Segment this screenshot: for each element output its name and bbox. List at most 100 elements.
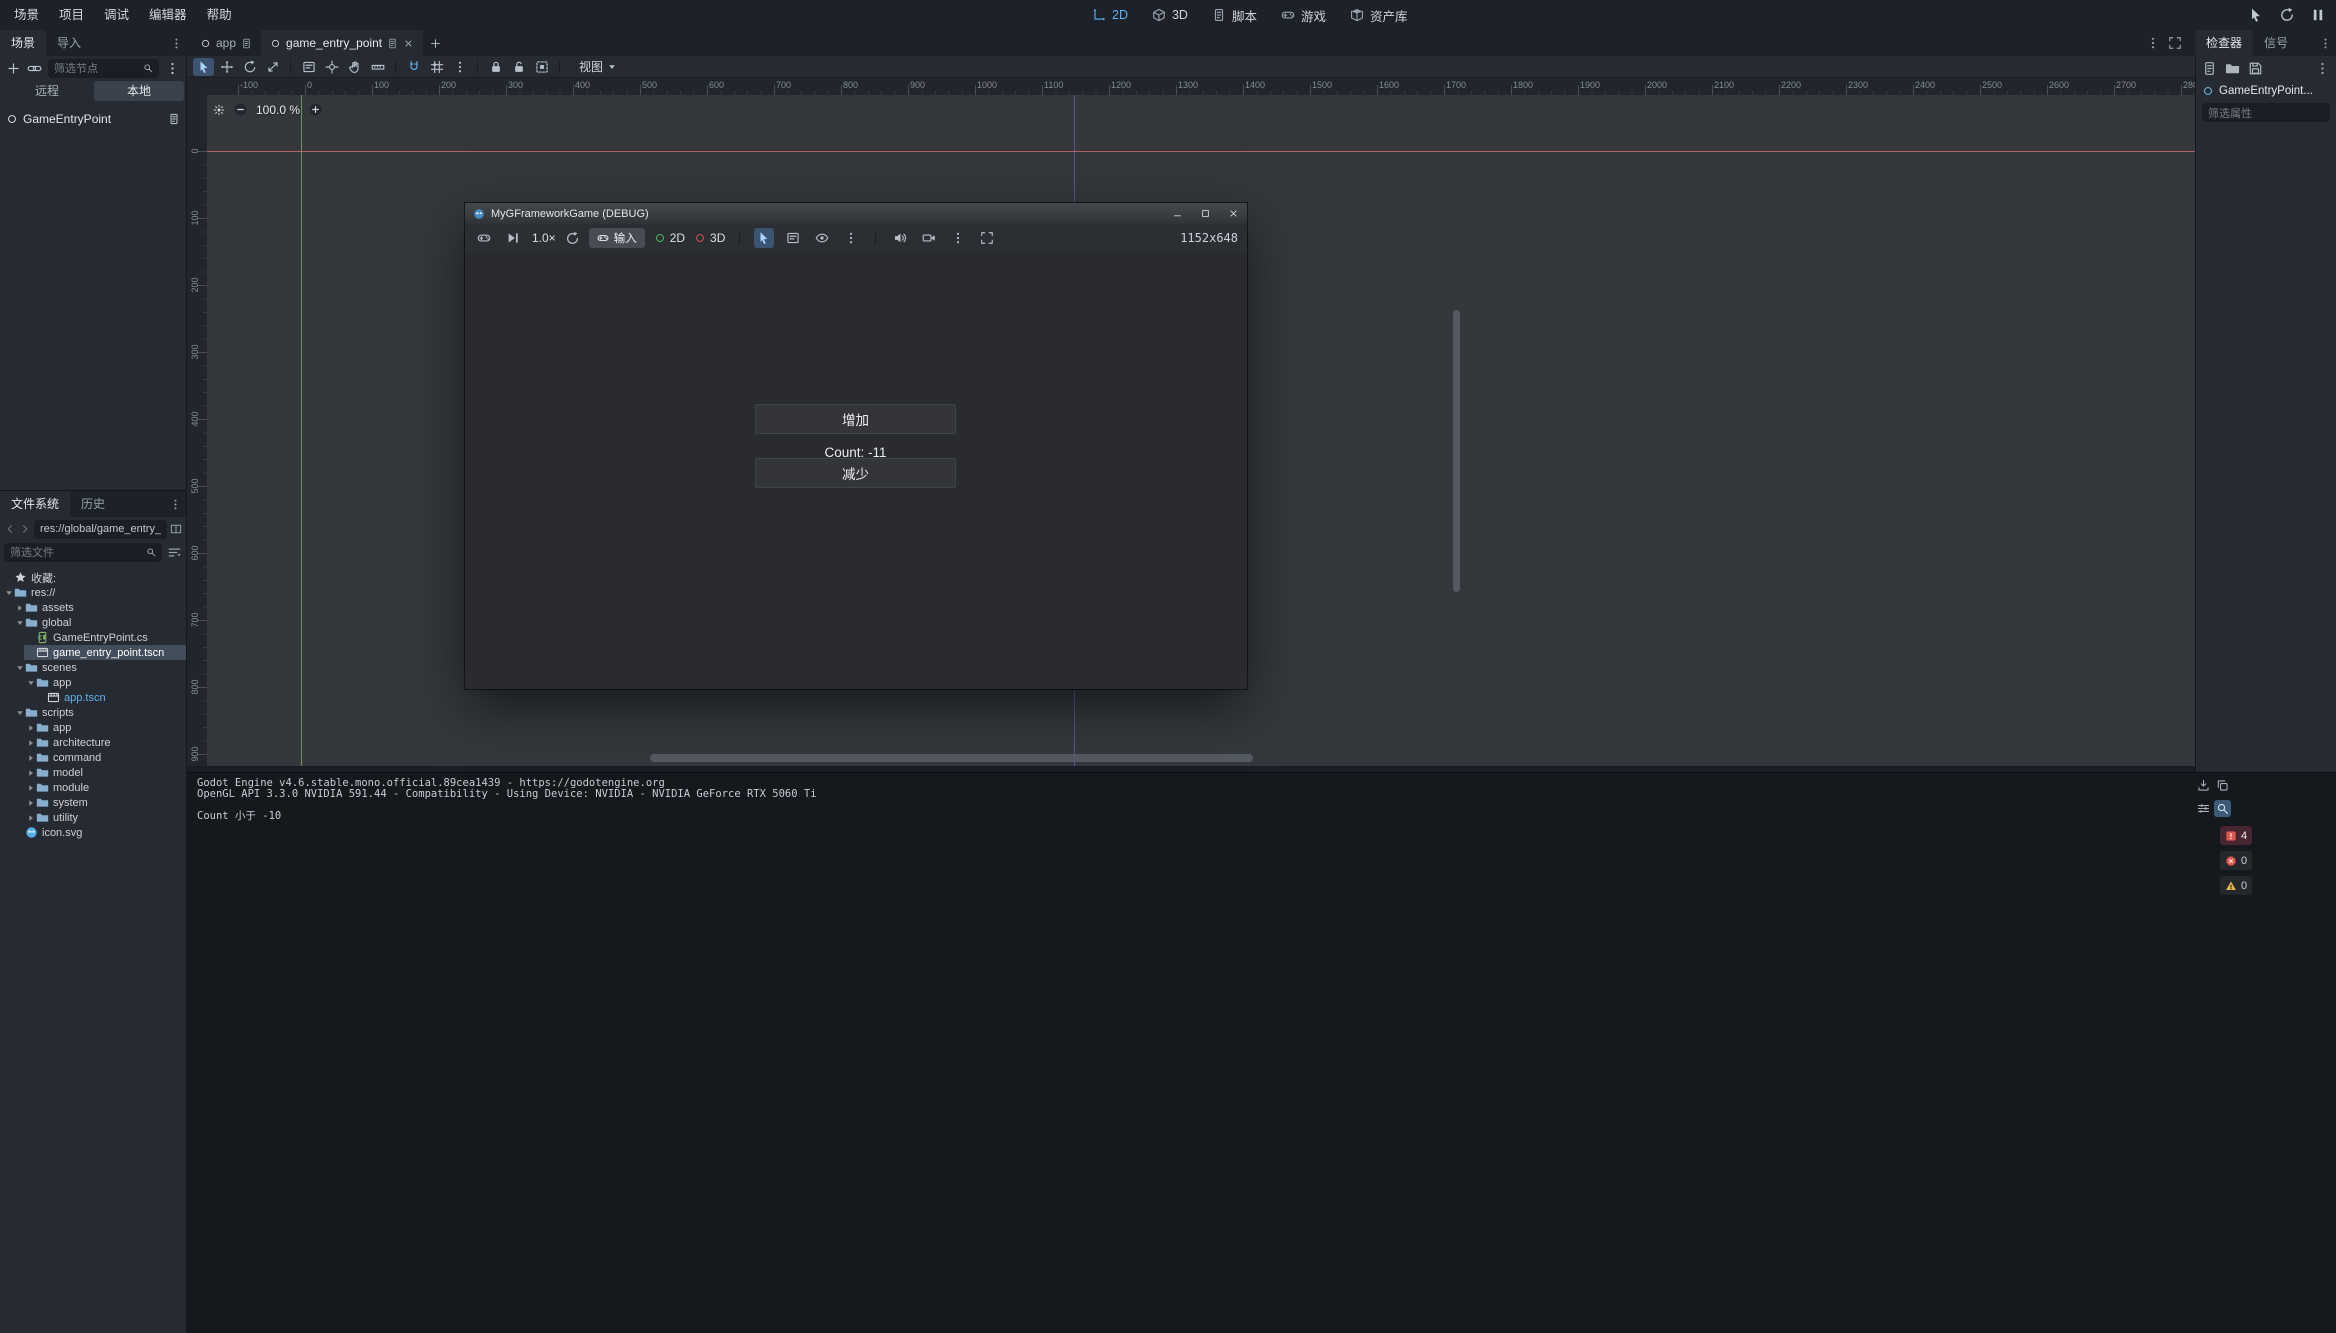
fs-tree-item-system[interactable]: system — [0, 795, 186, 810]
center-view-icon[interactable] — [213, 104, 225, 116]
copy-log-button[interactable] — [2214, 777, 2231, 794]
lock-button[interactable] — [485, 58, 506, 76]
add-node-button[interactable] — [6, 61, 21, 76]
fs-tree-item-res[interactable]: res:// — [0, 585, 186, 600]
pick-3d-button[interactable]: 3D — [694, 231, 725, 245]
increase-button[interactable]: 增加 — [755, 404, 956, 434]
zoom-level[interactable]: 100.0 % — [256, 103, 300, 117]
tree-expand-icon[interactable] — [26, 783, 36, 793]
fs-tree-item-icon.svg[interactable]: icon.svg — [0, 825, 186, 840]
error-count-badge[interactable]: 0 — [2220, 851, 2252, 870]
pan-tool[interactable] — [344, 58, 365, 76]
list-select-tool[interactable] — [298, 58, 319, 76]
script-icon[interactable] — [241, 38, 252, 49]
group-button[interactable] — [531, 58, 552, 76]
view-menu-button[interactable]: 视图 — [579, 58, 617, 75]
selection-options-menu[interactable] — [841, 228, 861, 248]
menubar-menu-2[interactable]: 调试 — [94, 0, 139, 30]
rotate-tool[interactable] — [239, 58, 260, 76]
reset-speed-icon[interactable] — [565, 231, 580, 246]
grid-snap-toggle[interactable] — [426, 58, 447, 76]
editor-tab-app[interactable]: app — [191, 30, 261, 56]
warning-count-badge[interactable]: 0 — [2220, 876, 2252, 895]
fs-tree-item-GameEntryPoint.cs[interactable]: GameEntryPoint.cs — [0, 630, 186, 645]
tree-collapse-icon[interactable] — [4, 588, 14, 598]
tree-expand-icon[interactable] — [26, 738, 36, 748]
window-close-button-icon[interactable] — [1228, 208, 1239, 219]
search-log-button[interactable] — [2214, 800, 2231, 817]
inspector-dock-menu-icon[interactable] — [2319, 37, 2332, 50]
save-resource-button-icon[interactable] — [2248, 61, 2263, 76]
fs-tree-item-architecture[interactable]: architecture — [0, 735, 186, 750]
restart-button-icon[interactable] — [2279, 7, 2295, 23]
scene-filter-input[interactable]: 筛选节点 — [48, 59, 159, 78]
history-forward-icon[interactable] — [19, 523, 31, 535]
scale-tool[interactable] — [262, 58, 283, 76]
embed-fullscreen-button[interactable] — [977, 228, 997, 248]
visibility-button[interactable] — [812, 228, 832, 248]
tree-collapse-icon[interactable] — [26, 678, 36, 688]
tree-expand-icon[interactable] — [26, 798, 36, 808]
node-select-button[interactable] — [783, 228, 803, 248]
next-frame-button[interactable] — [503, 228, 523, 248]
tree-collapse-icon[interactable] — [15, 663, 25, 673]
vertical-scrollbar[interactable] — [1453, 310, 1460, 592]
smart-snap-toggle[interactable] — [403, 58, 424, 76]
workspace-tab-4[interactable]: 资产库 — [1340, 3, 1418, 28]
scene-view-remote-button[interactable]: 远程 — [2, 81, 92, 101]
camera-override-button[interactable] — [919, 228, 939, 248]
window-maximize-button-icon[interactable] — [1200, 208, 1211, 219]
new-tab-icon[interactable] — [429, 37, 442, 50]
playback-speed[interactable]: 1.0× — [532, 231, 556, 245]
debug-pick-button-icon[interactable] — [2248, 7, 2264, 23]
scene-dock-menu-icon[interactable] — [170, 37, 183, 50]
inspector-extra-menu-icon[interactable] — [2315, 61, 2330, 76]
attached-script-icon[interactable] — [168, 113, 180, 125]
load-resource-button-icon[interactable] — [2225, 61, 2240, 76]
workspace-tab-3[interactable]: 游戏 — [1271, 3, 1336, 28]
toggle-split-mode-icon[interactable] — [170, 523, 182, 535]
scene-view-local-button[interactable]: 本地 — [94, 81, 184, 101]
fs-tree-item-scenes[interactable]: scenes — [0, 660, 186, 675]
move-tool[interactable] — [216, 58, 237, 76]
filesystem-dock-menu-icon[interactable] — [169, 498, 182, 511]
window-minimize-button-icon[interactable] — [1172, 208, 1183, 219]
select-tool[interactable] — [193, 58, 214, 76]
menubar-menu-3[interactable]: 编辑器 — [139, 0, 197, 30]
debugger-notifications-badge[interactable]: 4 — [2220, 826, 2252, 845]
fs-tree-item-app[interactable]: app — [0, 720, 186, 735]
filesystem-dock-tab-0[interactable]: 文件系统 — [0, 491, 70, 517]
fs-tree-item-global[interactable]: global — [0, 615, 186, 630]
fs-tree-item-assets[interactable]: assets — [0, 600, 186, 615]
editor-tab-game_entry_point[interactable]: game_entry_point — [261, 30, 423, 56]
fs-tree-item-scripts[interactable]: scripts — [0, 705, 186, 720]
horizontal-scrollbar[interactable] — [650, 754, 1253, 762]
pick-2d-button[interactable]: 2D — [654, 231, 685, 245]
tabbar-menu-icon[interactable] — [2146, 36, 2160, 50]
instance-scene-button[interactable] — [27, 61, 42, 76]
distraction-free-icon[interactable] — [2168, 36, 2182, 50]
zoom-in-button[interactable] — [308, 102, 323, 117]
tree-expand-icon[interactable] — [26, 723, 36, 733]
tree-expand-icon[interactable] — [15, 603, 25, 613]
menubar-menu-0[interactable]: 场景 — [4, 0, 49, 30]
history-back-icon[interactable] — [4, 523, 16, 535]
workspace-tab-2[interactable]: 脚本 — [1202, 3, 1267, 28]
zoom-out-button[interactable] — [233, 102, 248, 117]
pause-button-icon[interactable] — [2310, 7, 2326, 23]
close-tab-icon[interactable] — [403, 38, 414, 49]
snap-options-menu[interactable] — [449, 58, 470, 76]
scene-dock-tab-0[interactable]: 场景 — [0, 30, 46, 56]
scene-tree-node-GameEntryPoint[interactable]: GameEntryPoint — [0, 110, 186, 128]
file-filter-input[interactable]: 筛选文件 — [4, 543, 162, 562]
fs-tree-item-[interactable]: 收藏: — [0, 570, 186, 585]
unlock-button[interactable] — [508, 58, 529, 76]
file-sort-icon[interactable] — [167, 545, 182, 560]
game-window-titlebar[interactable]: MyGFrameworkGame (DEBUG) — [465, 203, 1247, 224]
filter-messages-button[interactable] — [2195, 800, 2212, 817]
workspace-tab-1[interactable]: 3D — [1142, 5, 1198, 25]
mute-audio-button[interactable] — [890, 228, 910, 248]
save-log-button[interactable] — [2195, 777, 2212, 794]
current-path-field[interactable]: res://global/game_entry_p — [34, 520, 167, 539]
camera-options-menu[interactable] — [948, 228, 968, 248]
